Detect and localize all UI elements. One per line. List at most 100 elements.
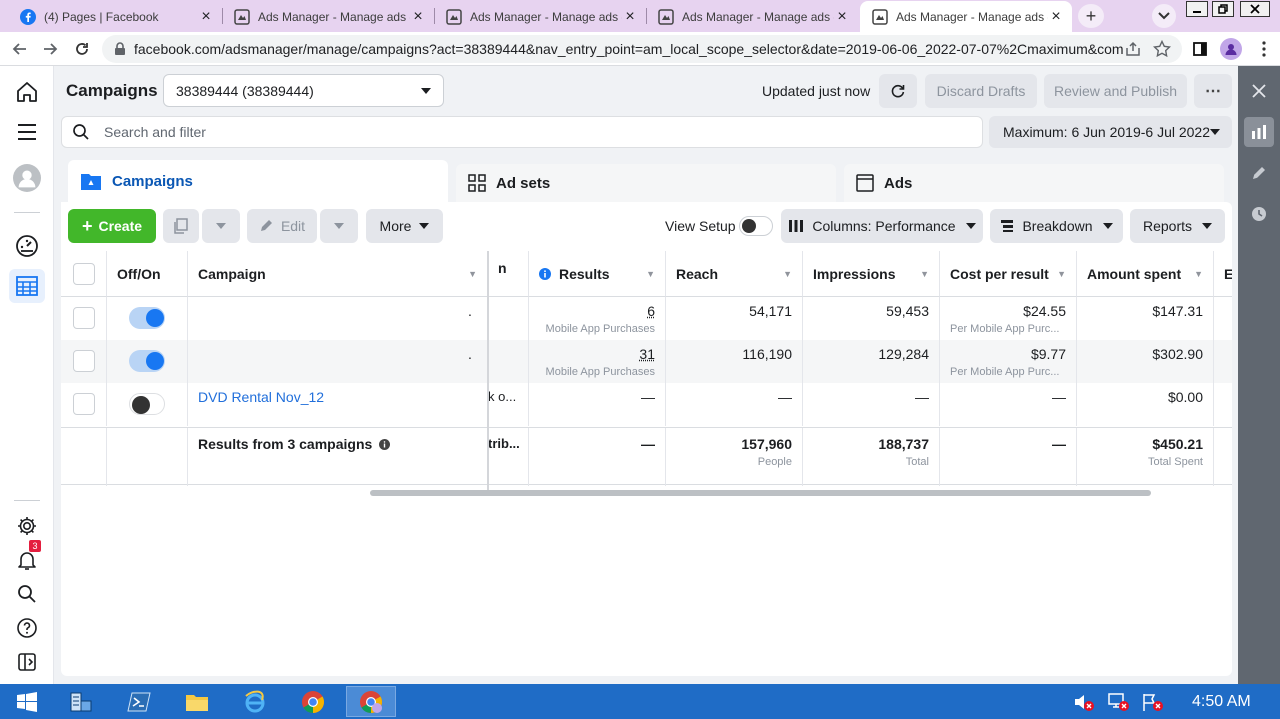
column-header-campaign[interactable]: Campaign ▼	[188, 251, 488, 297]
table-row[interactable]: . 31 Mobile App Purchases 116,190 129,28…	[61, 340, 1232, 383]
browser-tab[interactable]: Ads Manager - Manage ads - ( ×	[646, 1, 858, 32]
table-row[interactable]: . 6 Mobile App Purchases 54,171 59,453 $…	[61, 297, 1232, 340]
pencil-icon[interactable]	[1246, 160, 1272, 186]
table-row[interactable]: DVD Rental Nov_12 k o... — — — — $0.00	[61, 383, 1232, 426]
campaign-name-cell[interactable]: .	[188, 340, 488, 383]
action-center-flag-icon[interactable]	[1138, 686, 1166, 717]
create-button[interactable]: + Create	[68, 209, 156, 243]
taskbar-clock[interactable]: 4:50 AM	[1192, 693, 1251, 711]
column-header-results[interactable]: Results ▼	[529, 251, 666, 297]
review-and-publish-button[interactable]: Review and Publish	[1044, 74, 1187, 108]
chart-icon[interactable]	[1244, 117, 1274, 147]
more-actions-button[interactable]: More	[366, 209, 443, 243]
volume-muted-icon[interactable]	[1070, 686, 1098, 717]
horizontal-scrollbar[interactable]	[370, 490, 1151, 496]
campaign-toggle-on[interactable]	[129, 307, 165, 329]
search-icon[interactable]	[13, 580, 41, 608]
browser-tab[interactable]: Ads Manager - Manage ads - A ×	[434, 1, 646, 32]
close-tab-icon[interactable]: ×	[410, 8, 426, 25]
account-selector[interactable]: 38389444 (38389444)	[163, 74, 444, 107]
home-icon[interactable]	[13, 78, 41, 106]
view-setup-toggle[interactable]	[739, 216, 773, 236]
browser-tab[interactable]: Ads Manager - Manage ads - ( ×	[222, 1, 434, 32]
column-header-amount-spent[interactable]: Amount spent ▼	[1077, 251, 1214, 297]
more-options-button[interactable]: ⋯	[1194, 74, 1232, 108]
left-navigation-rail: 3	[0, 66, 54, 684]
right-side-rail	[1238, 66, 1280, 684]
profile-avatar[interactable]	[1220, 38, 1242, 60]
duplicate-button[interactable]	[163, 209, 199, 243]
internet-explorer-icon[interactable]	[230, 686, 280, 717]
bookmark-star-icon[interactable]	[1152, 39, 1172, 59]
chrome-profile-icon[interactable]	[346, 686, 396, 717]
reports-button[interactable]: Reports	[1130, 209, 1225, 243]
hamburger-menu-icon[interactable]	[13, 118, 41, 146]
close-tab-icon[interactable]: ×	[622, 8, 638, 25]
notifications-bell-icon[interactable]: 3	[13, 540, 41, 574]
server-manager-icon[interactable]	[56, 686, 106, 717]
tab-ad-sets[interactable]: Ad sets	[456, 164, 836, 202]
tab-campaigns[interactable]: Campaigns	[68, 160, 448, 202]
close-icon[interactable]	[1246, 78, 1272, 104]
dashboard-gauge-icon[interactable]	[13, 232, 41, 260]
new-tab-button[interactable]: +	[1078, 4, 1104, 28]
tab-ads[interactable]: Ads	[844, 164, 1224, 202]
close-tab-icon[interactable]: ×	[1048, 8, 1064, 25]
column-header-hidden[interactable]: n	[488, 251, 529, 297]
row-checkbox[interactable]	[73, 350, 95, 372]
reload-button[interactable]	[70, 37, 94, 61]
select-all-checkbox[interactable]	[73, 263, 95, 285]
column-header-impressions[interactable]: Impressions ▼	[803, 251, 940, 297]
columns-button[interactable]: Columns: Performance	[781, 209, 983, 243]
windows-start-button[interactable]	[2, 686, 52, 717]
refresh-button[interactable]	[879, 74, 917, 108]
duplicate-dropdown-button[interactable]	[202, 209, 240, 243]
edit-button[interactable]: Edit	[247, 209, 317, 243]
results-cell: 6 Mobile App Purchases	[529, 297, 666, 340]
address-bar: facebook.com/adsmanager/manage/campaigns…	[0, 32, 1280, 66]
discard-drafts-button[interactable]: Discard Drafts	[925, 74, 1037, 108]
side-panel-icon[interactable]	[1190, 39, 1210, 59]
info-icon[interactable]	[379, 439, 391, 450]
date-range-picker[interactable]: Maximum: 6 Jun 2019-6 Jul 2022	[989, 116, 1232, 148]
settings-gear-icon[interactable]	[13, 512, 41, 540]
history-clock-icon[interactable]	[1246, 201, 1272, 227]
hidden-col-cell	[488, 297, 529, 340]
breakdown-button[interactable]: Breakdown	[990, 209, 1123, 243]
file-explorer-icon[interactable]	[172, 686, 222, 717]
row-checkbox[interactable]	[73, 307, 95, 329]
column-header-reach[interactable]: Reach ▼	[666, 251, 803, 297]
share-icon[interactable]	[1123, 39, 1143, 59]
url-field[interactable]: facebook.com/adsmanager/manage/campaigns…	[102, 35, 1182, 63]
campaign-toggle-on[interactable]	[129, 350, 165, 372]
browser-menu-icon[interactable]	[1254, 39, 1274, 59]
chrome-icon[interactable]	[288, 686, 338, 717]
ads-manager-table-icon[interactable]	[9, 269, 45, 303]
forward-button[interactable]	[38, 37, 62, 61]
search-filter-bar[interactable]: Search and filter	[61, 116, 983, 148]
edit-dropdown-button[interactable]	[320, 209, 358, 243]
close-window-button[interactable]	[1240, 1, 1270, 17]
help-icon[interactable]	[13, 614, 41, 642]
campaign-name-cell[interactable]: .	[188, 297, 488, 340]
browser-tab-active[interactable]: Ads Manager - Manage ads - ( ×	[860, 1, 1072, 32]
close-tab-icon[interactable]: ×	[198, 8, 214, 25]
back-button[interactable]	[8, 37, 32, 61]
tab-search-button[interactable]	[1152, 4, 1176, 28]
browser-tab[interactable]: (4) Pages | Facebook ×	[8, 1, 222, 32]
row-checkbox[interactable]	[73, 393, 95, 415]
restore-window-button[interactable]	[1212, 1, 1234, 17]
column-header-truncated[interactable]: Er	[1214, 251, 1232, 297]
account-avatar[interactable]	[13, 164, 41, 192]
column-header-cost-per-result[interactable]: Cost per result ▼	[940, 251, 1077, 297]
column-header-off-on[interactable]: Off/On	[107, 251, 188, 297]
campaign-name[interactable]: DVD Rental Nov_12	[198, 389, 324, 405]
network-icon[interactable]	[1104, 686, 1132, 717]
restore-icon	[1218, 4, 1228, 14]
collapse-sidebar-icon[interactable]	[13, 648, 41, 676]
campaign-name-cell[interactable]: DVD Rental Nov_12	[188, 383, 488, 426]
minimize-window-button[interactable]	[1186, 1, 1208, 17]
campaign-toggle-off[interactable]	[129, 393, 165, 415]
close-tab-icon[interactable]: ×	[834, 8, 850, 25]
powershell-icon[interactable]	[114, 686, 164, 717]
